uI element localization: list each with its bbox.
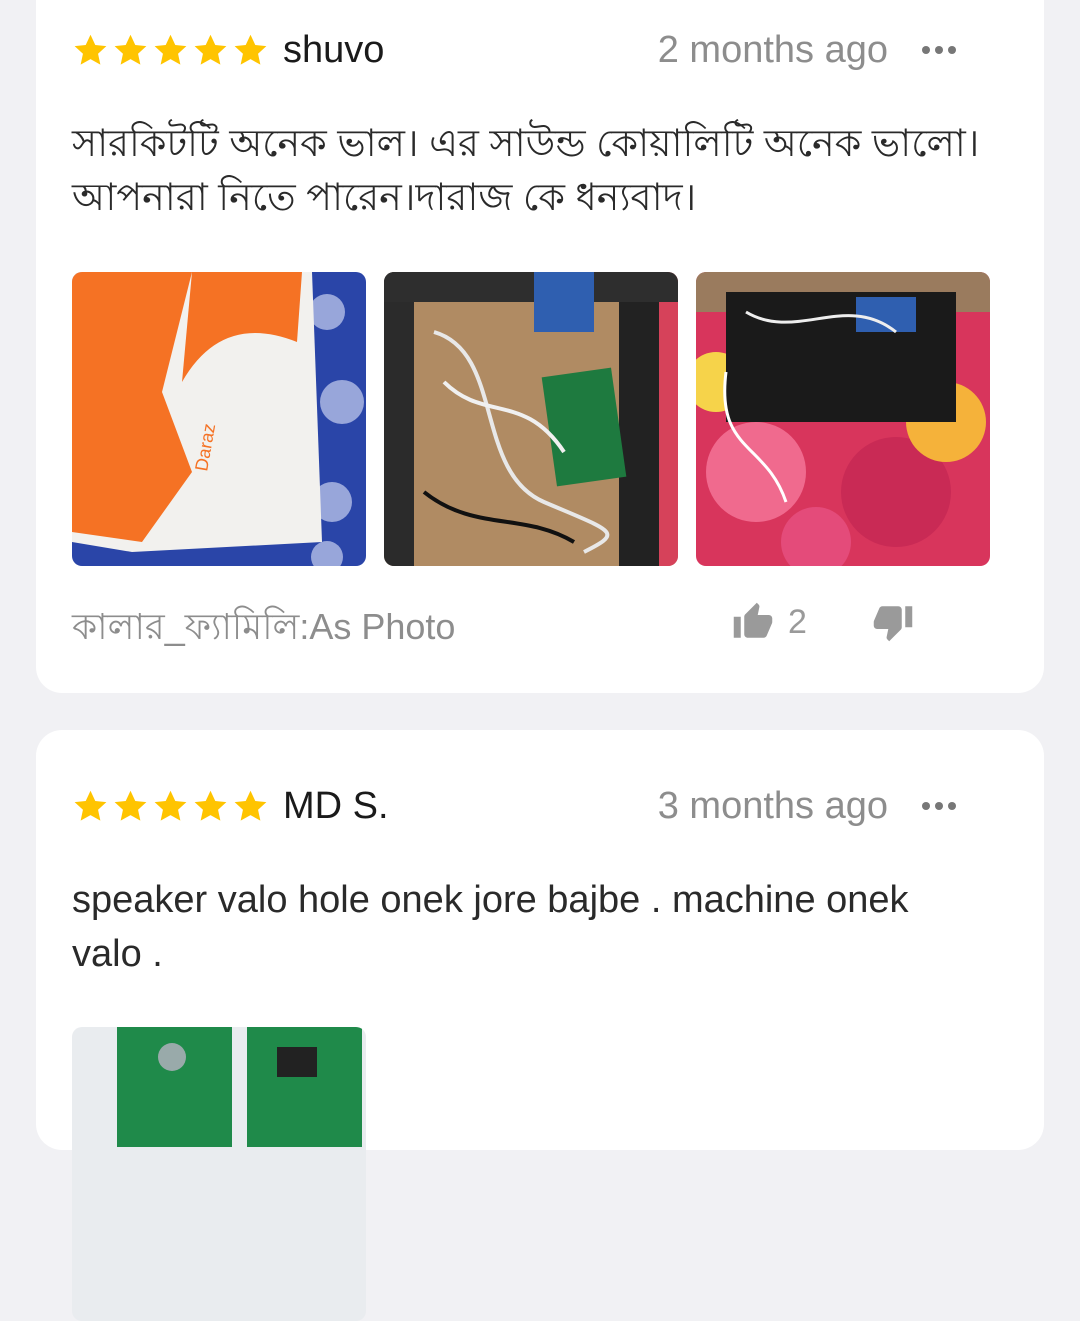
star-icon [152,788,189,825]
review-photo[interactable] [72,1027,366,1321]
star-icon [72,788,109,825]
star-icon [112,788,149,825]
thumbs-down-icon [872,601,914,643]
variant-info: কালার_ফ্যামিলি:As Photo [72,606,456,647]
review-photo[interactable] [696,272,990,566]
review-time: 3 months ago [657,784,888,827]
review-header: MD S. 3 months ago [72,776,1008,836]
star-icon [112,32,149,69]
like-button[interactable]: 2 [732,601,807,643]
review-card: shuvo 2 months ago সারকিটটি অনেক ভাল। এর… [36,0,1044,693]
review-card: MD S. 3 months ago speaker valo hole one… [36,730,1044,1321]
more-options-icon[interactable] [922,776,956,836]
star-icon [152,32,189,69]
more-options-icon[interactable] [922,20,956,80]
reviewer-name: shuvo [283,28,385,71]
star-icon [192,32,229,69]
review-text: speaker valo hole onek jore bajbe . mach… [72,879,909,975]
review-photo[interactable] [384,272,678,566]
star-icon [232,32,269,69]
dislike-button[interactable] [872,601,914,643]
review-header: shuvo 2 months ago [72,20,1008,80]
star-rating [72,32,269,69]
star-icon [232,788,269,825]
like-count: 2 [788,602,807,641]
review-time: 2 months ago [657,28,888,71]
star-rating [72,788,269,825]
review-text: সারকিটটি অনেক ভাল। এর সাউন্ড কোয়ালিটি অ… [72,123,980,219]
star-icon [72,32,109,69]
review-photo[interactable]: Daraz [72,272,366,566]
reviewer-name: MD S. [283,784,389,827]
thumbs-up-icon [732,601,774,643]
star-icon [192,788,229,825]
